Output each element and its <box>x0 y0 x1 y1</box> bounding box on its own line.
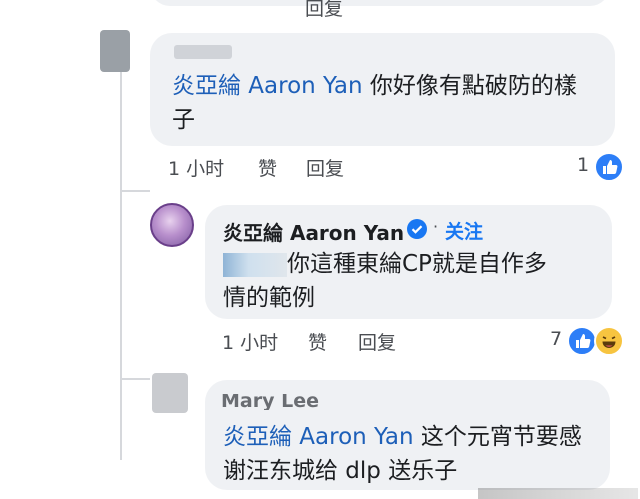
comment-text-line2: 子 <box>172 107 195 133</box>
watermark-fragment <box>478 488 638 499</box>
thread-line <box>120 70 122 460</box>
comment-text: 炎亞綸 Aaron Yan 这个元宵节要感 <box>223 424 582 450</box>
follow-button[interactable]: 关注 <box>445 217 483 244</box>
thread-line-branch <box>120 190 150 192</box>
reaction-count[interactable]: 7 <box>550 328 562 350</box>
mention-tag[interactable]: 炎亞綸 Aaron Yan <box>172 73 363 99</box>
comment-author[interactable]: Mary Lee <box>221 394 319 410</box>
author-name-redacted <box>174 45 232 59</box>
reply-button[interactable]: 回复 <box>358 328 396 355</box>
comment-actions: 1 小时 赞 回复 <box>168 154 468 180</box>
thread-line-branch <box>120 378 150 380</box>
like-button[interactable]: 赞 <box>308 328 327 355</box>
like-button[interactable]: 赞 <box>258 154 277 181</box>
mention-tag[interactable]: 炎亞綸 Aaron Yan <box>223 424 414 450</box>
reaction-count[interactable]: 1 <box>577 154 589 176</box>
comment-author[interactable]: 炎亞綸 Aaron Yan <box>223 217 404 246</box>
comment-time[interactable]: 1 小时 <box>168 154 224 181</box>
comment-bubble: 炎亞綸 Aaron Yan 你好像有點破防的樣 子 <box>150 33 615 146</box>
top-reply-button[interactable]: 回复 <box>305 0 365 20</box>
comment-text-line2: 谢汪东城给 dlp 送乐子 <box>223 458 458 484</box>
dot-separator: · <box>433 217 439 236</box>
comment-bubble: Mary Lee 炎亞綸 Aaron Yan 这个元宵节要感 谢汪东城给 dlp… <box>205 380 610 490</box>
prev-comment-bubble <box>150 0 610 6</box>
avatar[interactable] <box>152 373 188 413</box>
comment-actions: 1 小时 赞 回复 <box>222 328 522 354</box>
avatar[interactable] <box>100 30 130 72</box>
comment-time[interactable]: 1 小时 <box>222 328 278 355</box>
like-icon <box>567 326 597 356</box>
comment-text: 炎亞綸 Aaron Yan 你好像有點破防的樣 <box>172 73 577 99</box>
comment-text: 你這種東綸CP就是自作多 <box>223 247 547 281</box>
avatar[interactable] <box>150 203 194 247</box>
mention-redacted <box>223 252 287 277</box>
comment-bubble: 炎亞綸 Aaron Yan · 关注 你這種東綸CP就是自作多 情的範例 <box>205 205 612 319</box>
like-icon <box>594 152 624 182</box>
comment-text-line2: 情的範例 <box>223 285 315 311</box>
reply-button[interactable]: 回复 <box>306 154 344 181</box>
haha-icon <box>594 326 624 356</box>
verified-badge-icon <box>407 219 427 239</box>
